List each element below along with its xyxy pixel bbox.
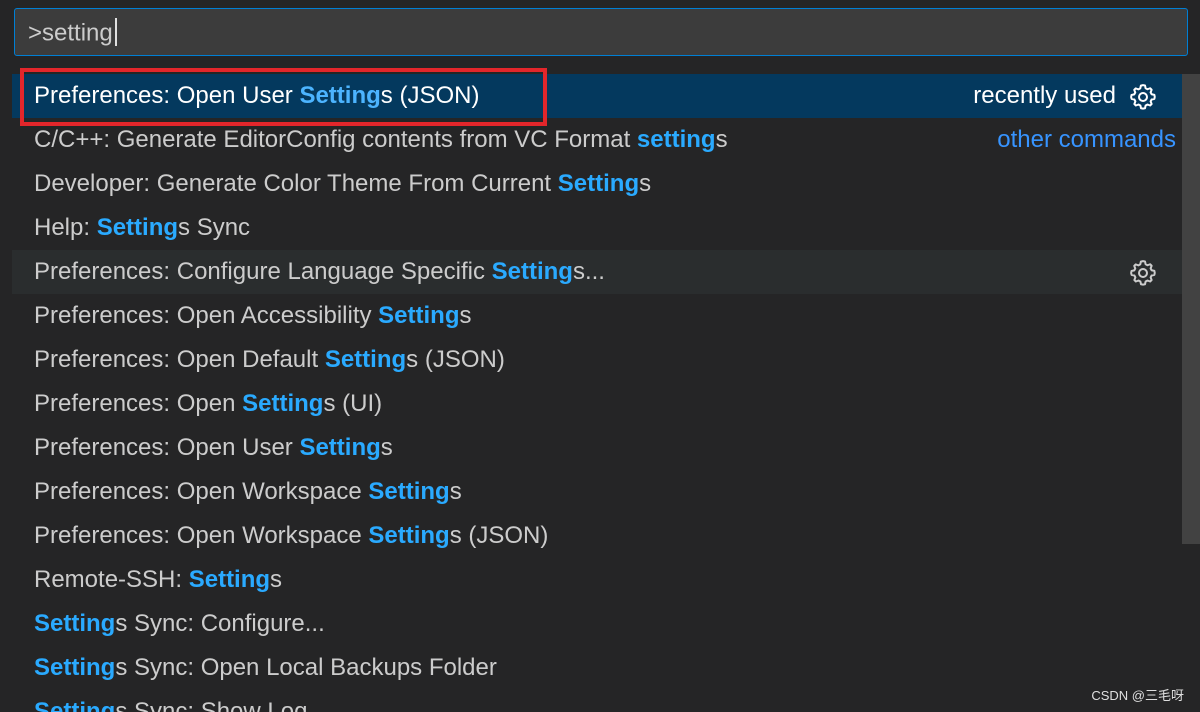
command-item-generate-color-theme[interactable]: Developer: Generate Color Theme From Cur… xyxy=(12,162,1182,206)
label-match: Setting xyxy=(368,478,450,505)
label-prefix: Preferences: Open User xyxy=(34,82,300,109)
text-caret xyxy=(114,18,117,46)
label-prefix: Preferences: Open User xyxy=(34,434,300,461)
command-item-settings-sync-configure[interactable]: Settings Sync: Configure... xyxy=(12,602,1182,646)
label-prefix: Help: xyxy=(34,214,97,241)
label-prefix: Remote-SSH: xyxy=(34,566,189,593)
label-suffix: s xyxy=(459,302,472,329)
command-item-label: Remote-SSH: Settings xyxy=(34,566,282,594)
command-input[interactable]: >setting xyxy=(14,8,1188,56)
label-prefix: Preferences: Open Workspace xyxy=(34,478,369,505)
command-palette: >setting Preferences: Open User Settings… xyxy=(0,0,1200,712)
other-commands-label: other commands xyxy=(997,126,1176,153)
command-item-label: Preferences: Open Default Settings (JSON… xyxy=(34,346,505,374)
recently-used-label: recently used xyxy=(973,82,1116,109)
label-prefix: Preferences: Open Accessibility xyxy=(34,302,379,329)
command-item-configure-language-settings[interactable]: Preferences: Configure Language Specific… xyxy=(12,250,1182,294)
command-item-label: Settings Sync: Show Log xyxy=(34,698,307,712)
label-suffix: s Sync xyxy=(178,214,251,241)
label-prefix: Developer: Generate Color Theme From Cur… xyxy=(34,170,558,197)
label-suffix: s (UI) xyxy=(323,390,383,417)
command-item-open-user-settings-json[interactable]: Preferences: Open User Settings (JSON) r… xyxy=(12,74,1182,118)
command-item-open-workspace-settings[interactable]: Preferences: Open Workspace Settings xyxy=(12,470,1182,514)
label-match: Setting xyxy=(34,654,116,681)
command-item-help-settings-sync[interactable]: Help: Settings Sync xyxy=(12,206,1182,250)
command-item-open-accessibility-settings[interactable]: Preferences: Open Accessibility Settings xyxy=(12,294,1182,338)
command-list: Preferences: Open User Settings (JSON) r… xyxy=(12,74,1182,712)
label-suffix: s xyxy=(715,126,728,153)
command-item-label: Developer: Generate Color Theme From Cur… xyxy=(34,170,651,198)
command-item-open-user-settings[interactable]: Preferences: Open User Settings xyxy=(12,426,1182,470)
label-match: Setting xyxy=(491,258,573,285)
label-prefix: Preferences: Open Workspace xyxy=(34,522,369,549)
label-suffix: s xyxy=(639,170,652,197)
command-item-label: Settings Sync: Configure... xyxy=(34,610,325,638)
command-item-label: Preferences: Open Settings (UI) xyxy=(34,390,382,418)
label-suffix: s Sync: Configure... xyxy=(115,610,325,637)
command-item-label: Preferences: Open Workspace Settings xyxy=(34,478,462,506)
command-item-label: Help: Settings Sync xyxy=(34,214,250,242)
label-match: setting xyxy=(636,126,716,153)
label-match: Setting xyxy=(96,214,179,241)
label-suffix: s Sync: Open Local Backups Folder xyxy=(115,654,497,681)
command-item-open-default-settings-json[interactable]: Preferences: Open Default Settings (JSON… xyxy=(12,338,1182,382)
label-match: Setting xyxy=(299,434,381,461)
command-item-open-workspace-settings-json[interactable]: Preferences: Open Workspace Settings (JS… xyxy=(12,514,1182,558)
label-prefix: C/C++: Generate EditorConfig contents fr… xyxy=(34,126,637,153)
label-suffix: s (JSON) xyxy=(406,346,505,373)
command-item-label: C/C++: Generate EditorConfig contents fr… xyxy=(34,126,728,154)
gear-icon[interactable] xyxy=(1128,82,1158,112)
command-item-label: Preferences: Open User Settings xyxy=(34,434,393,462)
label-match: Setting xyxy=(368,522,450,549)
label-suffix: s xyxy=(449,478,462,505)
list-scrollbar[interactable] xyxy=(1182,74,1200,544)
label-suffix: s Sync: Show Log xyxy=(115,698,308,712)
label-match: Setting xyxy=(34,698,116,712)
command-item-remote-ssh-settings[interactable]: Remote-SSH: Settings xyxy=(12,558,1182,602)
label-match: Setting xyxy=(34,610,116,637)
label-suffix: s xyxy=(270,566,283,593)
label-prefix: Preferences: Open Default xyxy=(34,346,325,373)
command-item-label: Preferences: Open Accessibility Settings xyxy=(34,302,471,330)
label-match: Setting xyxy=(299,82,381,109)
command-item-cpp-generate-editorconfig[interactable]: C/C++: Generate EditorConfig contents fr… xyxy=(12,118,1182,162)
command-input-text: >setting xyxy=(28,19,113,47)
label-suffix: s xyxy=(380,434,393,461)
command-item-label: Preferences: Open User Settings (JSON) xyxy=(34,82,479,110)
command-item-label: Preferences: Open Workspace Settings (JS… xyxy=(34,522,548,550)
label-match: Setting xyxy=(378,302,460,329)
command-item-settings-sync-open-backups[interactable]: Settings Sync: Open Local Backups Folder xyxy=(12,646,1182,690)
command-input-value: >setting xyxy=(28,18,117,48)
command-item-open-settings-ui[interactable]: Preferences: Open Settings (UI) xyxy=(12,382,1182,426)
label-suffix: s... xyxy=(572,258,605,285)
label-match: Setting xyxy=(188,566,271,593)
watermark: CSDN @三毛呀 xyxy=(1091,688,1184,703)
command-item-label: Settings Sync: Open Local Backups Folder xyxy=(34,654,497,682)
label-suffix: s (JSON) xyxy=(449,522,549,549)
label-match: Setting xyxy=(557,170,640,197)
command-item-settings-sync-show-log[interactable]: Settings Sync: Show Log xyxy=(12,690,1182,712)
command-item-label: Preferences: Configure Language Specific… xyxy=(34,258,605,286)
label-suffix: s (JSON) xyxy=(380,82,480,109)
label-prefix: Preferences: Open xyxy=(34,390,243,417)
label-match: Setting xyxy=(242,390,324,417)
label-prefix: Preferences: Configure Language Specific xyxy=(34,258,492,285)
label-match: Setting xyxy=(324,346,407,373)
gear-icon[interactable] xyxy=(1128,258,1158,288)
